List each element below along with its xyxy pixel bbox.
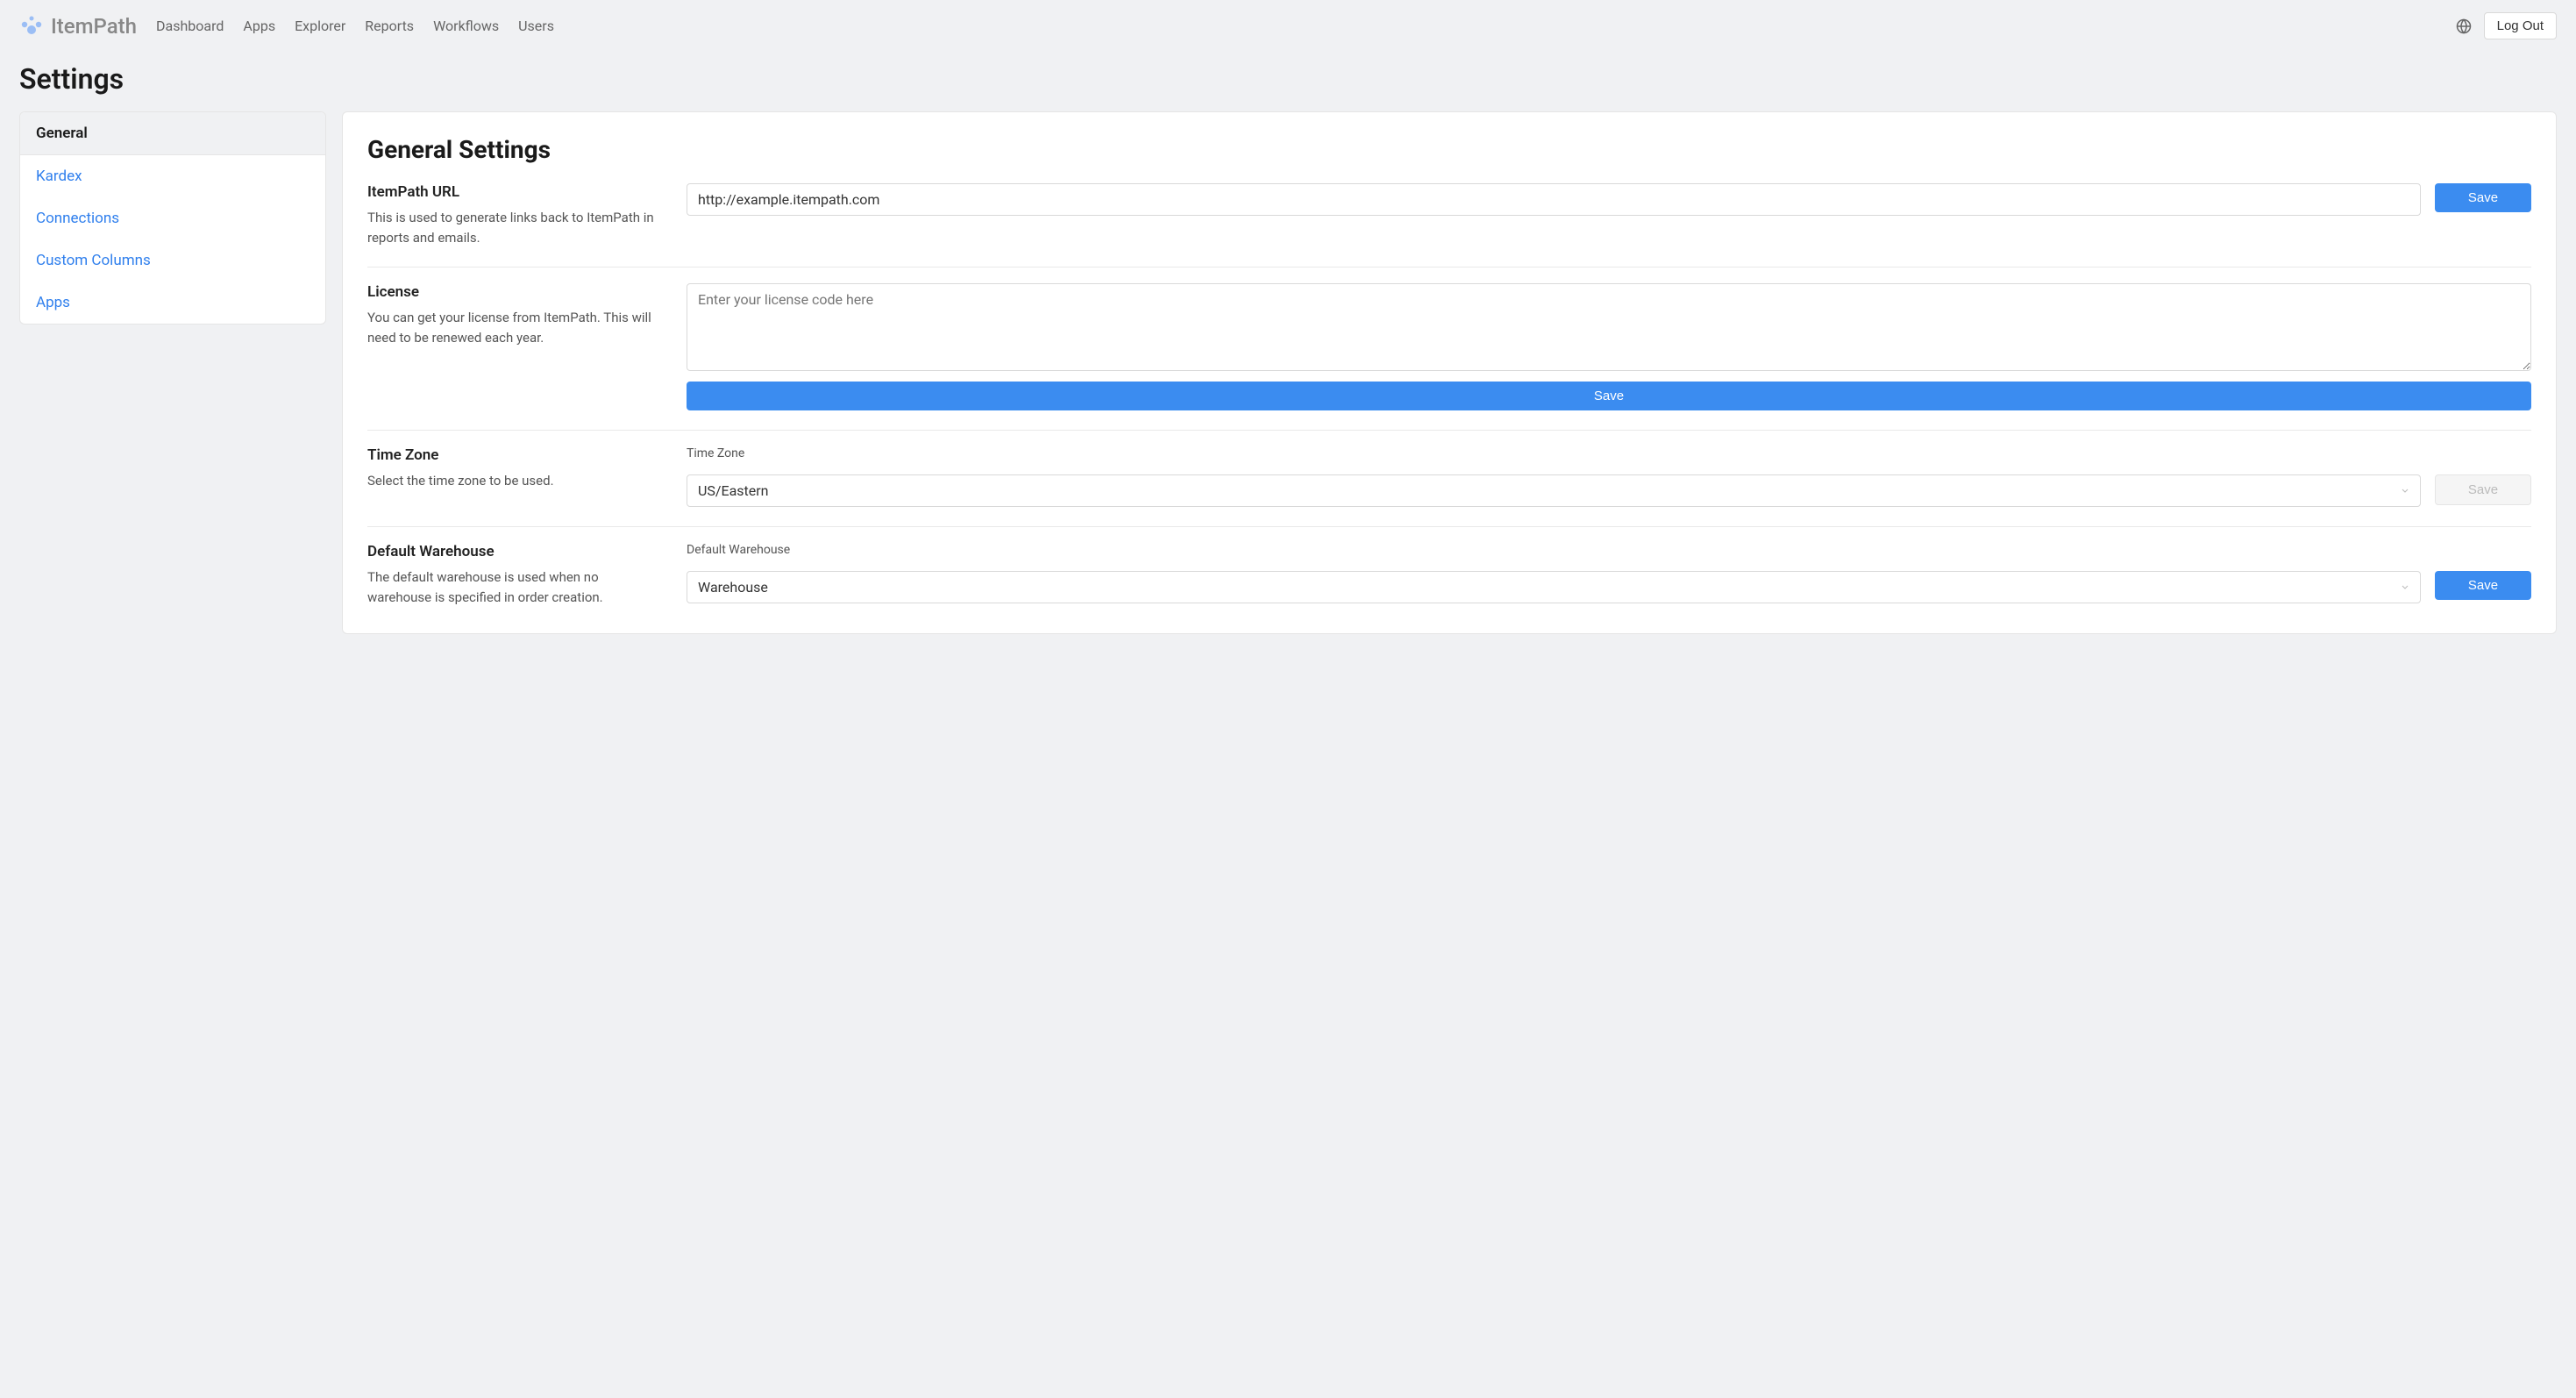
nav-dashboard[interactable]: Dashboard	[156, 18, 224, 34]
license-textarea[interactable]	[687, 283, 2531, 371]
page-title: Settings	[0, 52, 2576, 111]
sidebar-item-connections[interactable]: Connections	[20, 197, 325, 239]
globe-icon[interactable]	[2456, 18, 2472, 34]
nav-apps[interactable]: Apps	[243, 18, 275, 34]
warehouse-sublabel: Default Warehouse	[687, 543, 2531, 557]
setting-right: Save	[687, 183, 2531, 247]
setting-left: Time Zone Select the time zone to be use…	[367, 446, 665, 507]
warehouse-label: Default Warehouse	[367, 543, 665, 560]
content-title: General Settings	[367, 135, 2531, 164]
sidebar-item-kardex[interactable]: Kardex	[20, 155, 325, 197]
itempath-url-label: ItemPath URL	[367, 183, 665, 201]
sidebar: General Kardex Connections Custom Column…	[19, 111, 326, 325]
license-desc: You can get your license from ItemPath. …	[367, 308, 665, 347]
nav-reports[interactable]: Reports	[365, 18, 414, 34]
warehouse-desc: The default warehouse is used when no wa…	[367, 567, 665, 607]
setting-timezone: Time Zone Select the time zone to be use…	[367, 431, 2531, 527]
nav-workflows[interactable]: Workflows	[433, 18, 499, 34]
sidebar-item-apps[interactable]: Apps	[20, 282, 325, 324]
sidebar-item-general[interactable]: General	[20, 112, 325, 155]
logo-text: ItemPath	[51, 14, 137, 39]
nav-links: Dashboard Apps Explorer Reports Workflow…	[156, 18, 2456, 34]
timezone-sublabel: Time Zone	[687, 446, 2531, 460]
timezone-select-wrap: US/Eastern	[687, 474, 2421, 507]
input-row: US/Eastern Save	[687, 474, 2531, 507]
topbar-right: Log Out	[2456, 12, 2557, 39]
logo-section[interactable]: ItemPath	[19, 14, 137, 39]
setting-right: Time Zone US/Eastern Save	[687, 446, 2531, 507]
content: General Settings ItemPath URL This is us…	[342, 111, 2557, 634]
warehouse-save-button[interactable]: Save	[2435, 571, 2531, 600]
setting-left: ItemPath URL This is used to generate li…	[367, 183, 665, 247]
setting-warehouse: Default Warehouse The default warehouse …	[367, 527, 2531, 607]
warehouse-select-wrap: Warehouse	[687, 571, 2421, 603]
setting-left: License You can get your license from It…	[367, 283, 665, 410]
nav-explorer[interactable]: Explorer	[295, 18, 345, 34]
input-row: Warehouse Save	[687, 571, 2531, 603]
setting-license: License You can get your license from It…	[367, 267, 2531, 431]
timezone-desc: Select the time zone to be used.	[367, 471, 665, 491]
setting-right: Default Warehouse Warehouse Save	[687, 543, 2531, 607]
warehouse-value: Warehouse	[698, 579, 768, 596]
setting-itempath-url: ItemPath URL This is used to generate li…	[367, 183, 2531, 267]
input-row: Save	[687, 183, 2531, 216]
layout: General Kardex Connections Custom Column…	[0, 111, 2576, 653]
logo-icon	[19, 14, 44, 39]
setting-left: Default Warehouse The default warehouse …	[367, 543, 665, 607]
nav-users[interactable]: Users	[518, 18, 554, 34]
timezone-label: Time Zone	[367, 446, 665, 464]
timezone-value: US/Eastern	[698, 482, 769, 499]
itempath-url-save-button[interactable]: Save	[2435, 183, 2531, 212]
itempath-url-input[interactable]	[687, 183, 2421, 216]
warehouse-select[interactable]: Warehouse	[687, 571, 2421, 603]
setting-right: Save	[687, 283, 2531, 410]
timezone-save-button: Save	[2435, 474, 2531, 505]
timezone-select[interactable]: US/Eastern	[687, 474, 2421, 507]
license-label: License	[367, 283, 665, 301]
itempath-url-desc: This is used to generate links back to I…	[367, 208, 665, 247]
logout-button[interactable]: Log Out	[2484, 12, 2557, 39]
license-save-button[interactable]: Save	[687, 382, 2531, 410]
sidebar-item-custom-columns[interactable]: Custom Columns	[20, 239, 325, 282]
topbar: ItemPath Dashboard Apps Explorer Reports…	[0, 0, 2576, 52]
